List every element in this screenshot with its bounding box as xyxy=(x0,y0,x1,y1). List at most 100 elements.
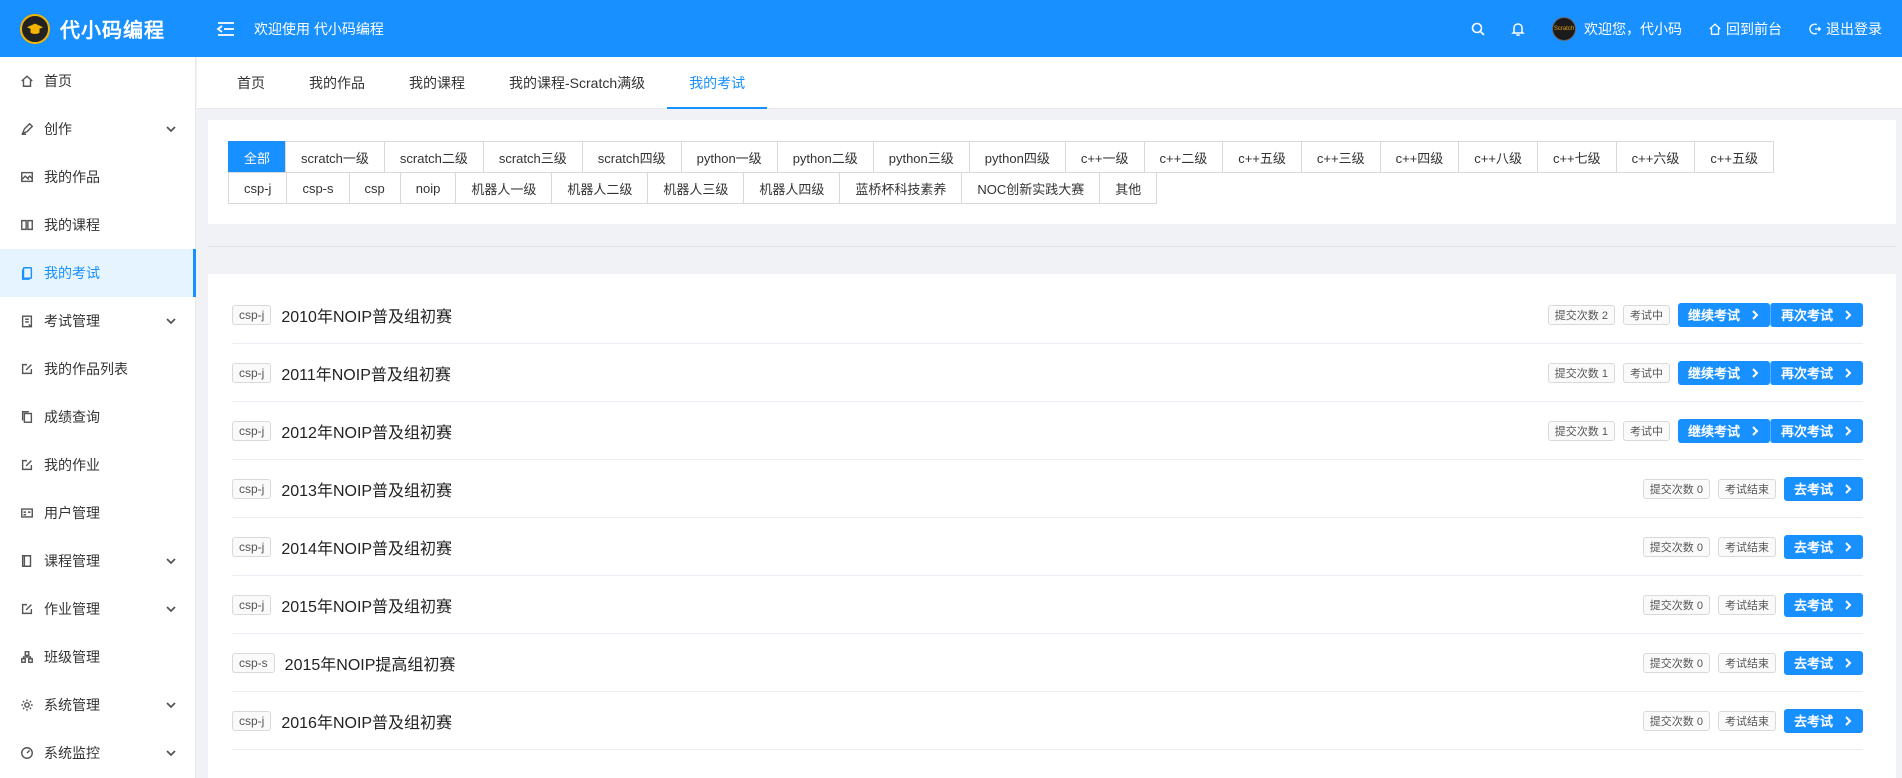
sidebar-item-7[interactable]: 成绩查询 xyxy=(0,393,195,441)
filter-chip[interactable]: python四级 xyxy=(968,141,1066,173)
bell-icon[interactable] xyxy=(1498,0,1538,57)
filter-chip[interactable]: noip xyxy=(399,172,457,204)
exam-action-button[interactable]: 去考试 xyxy=(1783,708,1863,733)
exam-action-button[interactable]: 继续考试 xyxy=(1677,360,1770,385)
sidebar-item-9[interactable]: 用户管理 xyxy=(0,489,195,537)
sidebar-item-3[interactable]: 我的课程 xyxy=(0,201,195,249)
filter-chip[interactable]: 机器人二级 xyxy=(551,172,649,204)
exam-status-badge: 考试中 xyxy=(1622,362,1670,383)
exam-title[interactable]: 2015年NOIP提高组初赛 xyxy=(285,651,456,675)
id-card-icon xyxy=(21,508,33,518)
exam-action-button[interactable]: 去考试 xyxy=(1783,476,1863,501)
sidebar-item-0[interactable]: 首页 xyxy=(0,57,195,105)
sidebar-item-5[interactable]: 考试管理 xyxy=(0,297,195,345)
exam-row: csp-j 2013年NOIP普及组初赛 提交次数 0 考试结束 去考试 xyxy=(232,460,1863,518)
sidebar-item-12[interactable]: 班级管理 xyxy=(0,633,195,681)
filter-chip[interactable]: 机器人一级 xyxy=(455,172,553,204)
chevron-down-icon[interactable] xyxy=(165,747,177,759)
filter-chip[interactable]: python二级 xyxy=(776,141,874,173)
filter-chip[interactable]: csp xyxy=(348,172,401,204)
sidebar-item-8[interactable]: 我的作业 xyxy=(0,441,195,489)
user-greeting: 欢迎您，代小码 xyxy=(1584,20,1682,37)
sidebar-item-14[interactable]: 系统监控 xyxy=(0,729,195,777)
chevron-down-icon[interactable] xyxy=(165,555,177,567)
exam-title[interactable]: 2016年NOIP普及组初赛 xyxy=(281,709,452,733)
tab-3[interactable]: 我的课程-Scratch满级 xyxy=(487,57,667,108)
chevron-right-icon xyxy=(1752,309,1759,320)
exam-title[interactable]: 2012年NOIP普及组初赛 xyxy=(281,419,452,443)
exam-title[interactable]: 2014年NOIP普及组初赛 xyxy=(281,535,452,559)
filter-chip[interactable]: c++一级 xyxy=(1064,141,1145,173)
sidebar-item-13[interactable]: 系统管理 xyxy=(0,681,195,729)
filter-chip[interactable]: scratch三级 xyxy=(482,141,583,173)
exam-title[interactable]: 2011年NOIP普及组初赛 xyxy=(281,361,451,385)
exam-title[interactable]: 2010年NOIP普及组初赛 xyxy=(281,303,452,327)
chevron-down-icon[interactable] xyxy=(165,315,177,327)
filter-chip[interactable]: 蓝桥杯科技素养 xyxy=(839,172,963,204)
menu-fold-icon[interactable] xyxy=(214,17,238,41)
filter-chip[interactable]: c++八级 xyxy=(1458,141,1538,173)
logout-link[interactable]: 退出登录 xyxy=(1808,19,1882,39)
filter-chip[interactable]: 全部 xyxy=(228,141,287,173)
chevron-right-icon xyxy=(1845,425,1852,436)
chevron-down-icon[interactable] xyxy=(165,123,177,135)
exam-category-tag: csp-s xyxy=(232,652,275,673)
filter-chip[interactable]: 其他 xyxy=(1099,172,1158,204)
tab-0[interactable]: 首页 xyxy=(215,57,287,108)
exam-category-tag: csp-j xyxy=(232,478,272,499)
tab-2[interactable]: 我的课程 xyxy=(387,57,487,108)
exam-action-button[interactable]: 再次考试 xyxy=(1769,360,1863,385)
exam-action-button[interactable]: 继续考试 xyxy=(1677,302,1770,327)
exam-action-button[interactable]: 再次考试 xyxy=(1769,302,1863,327)
filter-chip[interactable]: python三级 xyxy=(872,141,970,173)
filter-chip[interactable]: c++五级 xyxy=(1694,141,1775,173)
filter-chip[interactable]: c++六级 xyxy=(1615,141,1696,173)
submit-count-badge: 提交次数 1 xyxy=(1547,362,1615,383)
exam-row: csp-j 2011年NOIP普及组初赛 提交次数 1 考试中 继续考试 再次考试 xyxy=(232,344,1863,402)
back-to-front-link[interactable]: 回到前台 xyxy=(1708,19,1782,39)
filter-chip[interactable]: csp-s xyxy=(286,172,350,204)
divider xyxy=(208,246,1896,247)
user-menu[interactable]: Scratch 欢迎您，代小码 xyxy=(1552,16,1682,41)
search-icon[interactable] xyxy=(1458,0,1498,57)
filter-chip[interactable]: NOC创新实践大赛 xyxy=(961,172,1101,204)
filter-chip[interactable]: c++三级 xyxy=(1300,141,1381,173)
sidebar-item-6[interactable]: 我的作品列表 xyxy=(0,345,195,393)
chevron-down-icon[interactable] xyxy=(165,699,177,711)
sidebar-item-label: 创作 xyxy=(44,121,72,137)
filter-chip[interactable]: scratch四级 xyxy=(581,141,682,173)
filter-chip[interactable]: 机器人四级 xyxy=(743,172,841,204)
filter-chip[interactable]: 机器人三级 xyxy=(647,172,745,204)
sidebar-item-label: 我的作品 xyxy=(44,169,100,185)
exam-action-button[interactable]: 去考试 xyxy=(1783,534,1863,559)
tab-4[interactable]: 我的考试 xyxy=(667,57,768,109)
sidebar-item-2[interactable]: 我的作品 xyxy=(0,153,195,201)
logo[interactable]: 代小码编程 xyxy=(0,0,196,57)
sidebar-item-1[interactable]: 创作 xyxy=(0,105,195,153)
filter-chip[interactable]: csp-j xyxy=(228,172,288,204)
filter-chip[interactable]: c++七级 xyxy=(1536,141,1617,173)
submit-count-badge: 提交次数 0 xyxy=(1642,652,1710,673)
submit-count-badge: 提交次数 1 xyxy=(1547,420,1615,441)
exam-category-tag: csp-j xyxy=(232,536,272,557)
exam-action-button[interactable]: 再次考试 xyxy=(1769,418,1863,443)
chevron-down-icon[interactable] xyxy=(165,603,177,615)
tab-1[interactable]: 我的作品 xyxy=(287,57,387,108)
filter-chip[interactable]: c++二级 xyxy=(1143,141,1224,173)
filter-chip[interactable]: scratch二级 xyxy=(383,141,484,173)
exam-row: csp-j 2016年NOIP普及组初赛 提交次数 0 考试结束 去考试 xyxy=(232,692,1863,750)
sidebar-item-10[interactable]: 课程管理 xyxy=(0,537,195,585)
exam-title[interactable]: 2015年NOIP普及组初赛 xyxy=(281,593,452,617)
exam-category-tag: csp-j xyxy=(232,362,272,383)
sidebar-item-4[interactable]: 我的考试 xyxy=(0,249,196,297)
exam-action-button[interactable]: 去考试 xyxy=(1783,650,1863,675)
filter-chip[interactable]: c++四级 xyxy=(1379,141,1460,173)
exam-title[interactable]: 2013年NOIP普及组初赛 xyxy=(281,477,452,501)
chevron-right-icon xyxy=(1845,715,1852,726)
filter-chip[interactable]: c++五级 xyxy=(1222,141,1302,173)
exam-action-button[interactable]: 去考试 xyxy=(1783,592,1863,617)
sidebar-item-11[interactable]: 作业管理 xyxy=(0,585,195,633)
filter-chip[interactable]: python一级 xyxy=(680,141,778,173)
filter-chip[interactable]: scratch一级 xyxy=(285,141,385,173)
exam-action-button[interactable]: 继续考试 xyxy=(1677,418,1770,443)
